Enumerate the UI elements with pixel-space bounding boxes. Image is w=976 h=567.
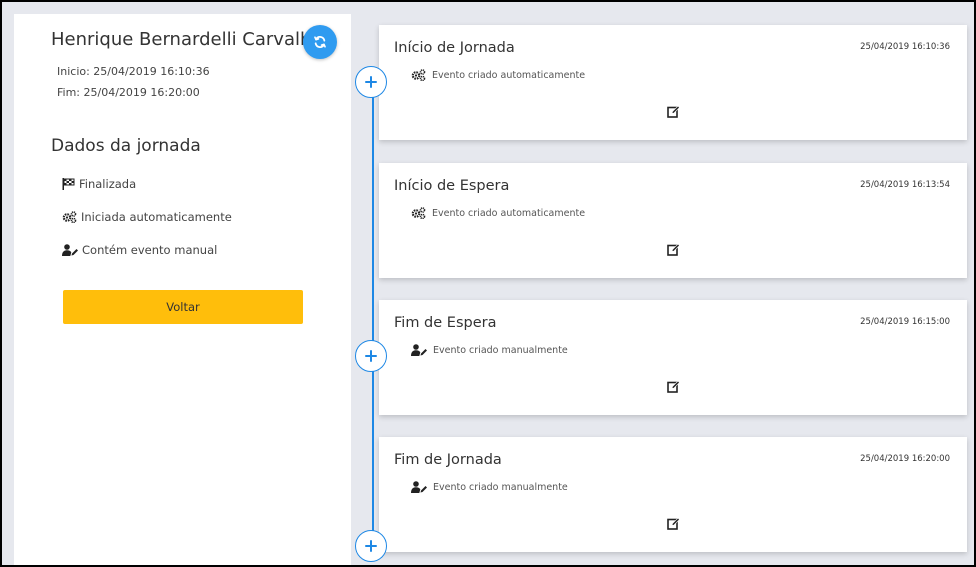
event-title: Início de Jornada <box>394 40 515 56</box>
user-edit-icon <box>411 344 427 356</box>
event-title: Fim de Jornada <box>394 452 502 468</box>
add-event-button[interactable] <box>355 66 387 98</box>
event-origin: Evento criado manualmente <box>411 344 568 356</box>
refresh-icon <box>314 36 326 48</box>
edit-event-button[interactable] <box>666 242 680 256</box>
edit-icon <box>666 105 680 118</box>
event-card: Fim de Espera 25/04/2019 16:15:00 Evento… <box>379 300 967 415</box>
journey-end-time: Fim: 25/04/2019 16:20:00 <box>57 86 200 99</box>
event-origin-label: Evento criado manualmente <box>433 344 568 356</box>
user-edit-icon <box>411 481 427 493</box>
event-time: 25/04/2019 16:20:00 <box>860 454 950 464</box>
edit-event-button[interactable] <box>666 104 680 118</box>
plus-icon <box>365 350 377 362</box>
cogs-icon <box>62 211 77 223</box>
event-time: 25/04/2019 16:10:36 <box>860 42 950 52</box>
plus-icon <box>365 76 377 88</box>
status-finalized-label: Finalizada <box>79 177 137 191</box>
refresh-button[interactable] <box>303 25 337 59</box>
add-event-button[interactable] <box>355 530 387 562</box>
edit-event-button[interactable] <box>666 516 680 530</box>
cogs-icon <box>411 207 426 219</box>
back-button[interactable]: Voltar <box>63 290 303 324</box>
event-time: 25/04/2019 16:13:54 <box>860 180 950 190</box>
edit-event-button[interactable] <box>666 379 680 393</box>
event-origin-label: Evento criado automaticamente <box>432 69 586 81</box>
driver-name: Henrique Bernardelli Carvalho <box>51 29 323 50</box>
event-title: Fim de Espera <box>394 315 497 331</box>
timeline-line <box>372 82 374 552</box>
event-card: Fim de Jornada 25/04/2019 16:20:00 Event… <box>379 437 967 552</box>
user-edit-icon <box>62 244 78 256</box>
plus-icon <box>365 540 377 552</box>
status-auto-started: Iniciada automaticamente <box>62 210 232 224</box>
cogs-icon <box>411 69 426 81</box>
journey-summary-panel: Henrique Bernardelli Carvalho Inicio: 25… <box>14 14 351 565</box>
status-manual-event: Contém evento manual <box>62 243 217 257</box>
status-finalized: Finalizada <box>62 177 136 191</box>
event-origin: Evento criado manualmente <box>411 481 568 493</box>
status-manual-event-label: Contém evento manual <box>82 243 218 257</box>
edit-icon <box>666 517 680 530</box>
event-origin: Evento criado automaticamente <box>411 69 585 81</box>
app-frame: Henrique Bernardelli Carvalho Inicio: 25… <box>0 0 976 567</box>
checkered-flag-icon <box>62 178 75 190</box>
event-card: Início de Espera 25/04/2019 16:13:54 Eve… <box>379 163 967 278</box>
event-card: Início de Jornada 25/04/2019 16:10:36 Ev… <box>379 25 967 140</box>
event-time: 25/04/2019 16:15:00 <box>860 317 950 327</box>
journey-start-time: Inicio: 25/04/2019 16:10:36 <box>57 65 210 78</box>
add-event-button[interactable] <box>355 340 387 372</box>
event-origin-label: Evento criado manualmente <box>433 481 568 493</box>
event-title: Início de Espera <box>394 178 510 194</box>
status-auto-started-label: Iniciada automaticamente <box>81 210 232 224</box>
event-origin: Evento criado automaticamente <box>411 207 585 219</box>
edit-icon <box>666 380 680 393</box>
edit-icon <box>666 243 680 256</box>
event-origin-label: Evento criado automaticamente <box>432 207 586 219</box>
journey-data-title: Dados da jornada <box>51 136 201 156</box>
